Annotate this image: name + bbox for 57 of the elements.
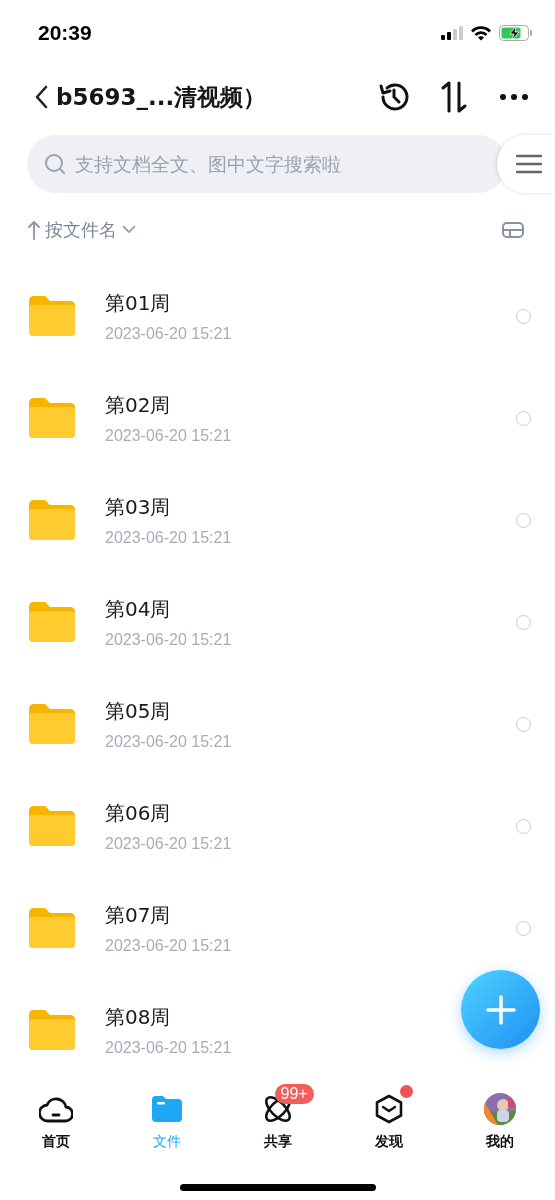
search-icon bbox=[44, 153, 66, 175]
nav-tab[interactable]: 发现 bbox=[333, 1081, 444, 1163]
cube-icon bbox=[374, 1094, 403, 1124]
plus-icon bbox=[485, 994, 516, 1025]
folder-icon bbox=[29, 908, 75, 948]
folder-date: 2023-06-20 15:21 bbox=[105, 426, 232, 445]
sort-arrows-icon[interactable] bbox=[439, 80, 469, 114]
wifi-icon bbox=[470, 25, 492, 41]
more-icon[interactable] bbox=[499, 93, 529, 101]
folder-icon bbox=[29, 398, 75, 438]
folder-name: 第05周 bbox=[105, 697, 171, 725]
folder-name: 第07周 bbox=[105, 901, 171, 929]
folder-date: 2023-06-20 15:21 bbox=[105, 936, 232, 955]
folder-icon bbox=[29, 704, 75, 744]
folder-title: b5693_...清视频） bbox=[56, 82, 268, 112]
up-arrow-icon bbox=[28, 219, 40, 240]
folder-icon bbox=[29, 500, 75, 540]
folder-name: 第06周 bbox=[105, 799, 171, 827]
sort-button[interactable]: 按文件名 bbox=[28, 217, 136, 242]
folder-date: 2023-06-20 15:21 bbox=[105, 732, 232, 751]
folder-icon bbox=[29, 602, 75, 642]
view-toggle-icon[interactable] bbox=[502, 221, 524, 238]
folder-name: 第04周 bbox=[105, 595, 171, 623]
signal-icon bbox=[441, 26, 463, 40]
folder-date: 2023-06-20 15:21 bbox=[105, 528, 232, 547]
chevron-down-icon bbox=[122, 225, 136, 234]
folder-date: 2023-06-20 15:21 bbox=[105, 324, 232, 343]
folder-row[interactable]: 第01周 2023-06-20 15:21 bbox=[0, 265, 555, 367]
menu-icon bbox=[516, 154, 542, 174]
folder-row[interactable]: 第06周 2023-06-20 15:21 bbox=[0, 775, 555, 877]
folder-row[interactable]: 第02周 2023-06-20 15:21 bbox=[0, 367, 555, 469]
folder-name: 第02周 bbox=[105, 391, 171, 419]
folder-row[interactable]: 第07周 2023-06-20 15:21 bbox=[0, 877, 555, 979]
folder-icon bbox=[29, 1010, 75, 1050]
menu-button[interactable] bbox=[497, 135, 555, 193]
nav-tab[interactable]: 我的 bbox=[444, 1081, 555, 1163]
status-time: 20:39 bbox=[38, 21, 92, 45]
folder-name: 第01周 bbox=[105, 289, 171, 317]
folder-date: 2023-06-20 15:21 bbox=[105, 834, 232, 853]
back-icon[interactable] bbox=[34, 85, 48, 109]
folder-date: 2023-06-20 15:21 bbox=[105, 1038, 232, 1057]
nav-tab[interactable]: 首页 bbox=[0, 1081, 111, 1163]
nav-tab[interactable]: 99+ 共享 bbox=[222, 1081, 333, 1163]
folder-row[interactable]: 第08周 2023-06-20 15:21 bbox=[0, 979, 555, 1081]
folder-icon bbox=[151, 1096, 182, 1122]
folder-row[interactable]: 第03周 2023-06-20 15:21 bbox=[0, 469, 555, 571]
folder-name: 第03周 bbox=[105, 493, 171, 521]
folder-icon bbox=[29, 806, 75, 846]
folder-row[interactable]: 第05周 2023-06-20 15:21 bbox=[0, 673, 555, 775]
folder-icon bbox=[29, 296, 75, 336]
count-badge: 99+ bbox=[274, 1084, 314, 1104]
folder-name: 第08周 bbox=[105, 1003, 171, 1031]
folder-row[interactable]: 第04周 2023-06-20 15:21 bbox=[0, 571, 555, 673]
cloud-icon bbox=[38, 1095, 73, 1123]
folder-date: 2023-06-20 15:21 bbox=[105, 630, 232, 649]
add-button[interactable] bbox=[461, 970, 540, 1049]
battery-icon bbox=[499, 25, 533, 41]
